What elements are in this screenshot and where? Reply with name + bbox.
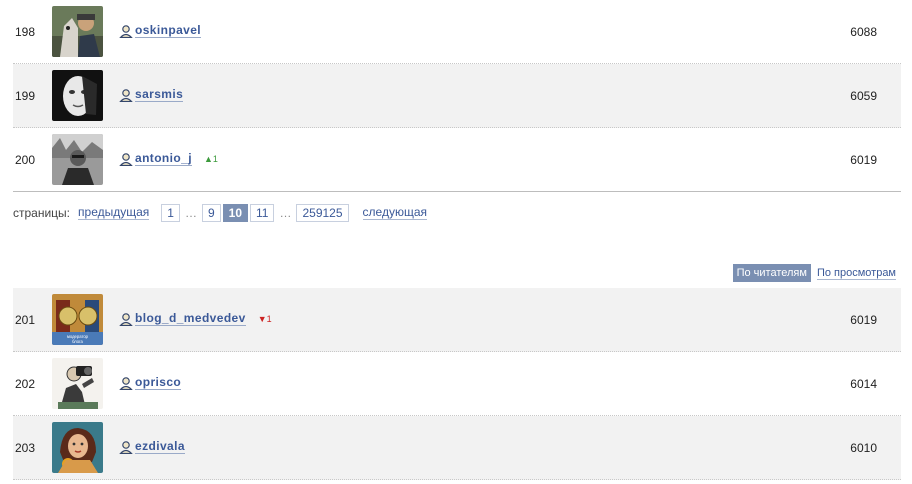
user-cell: ezdivala	[119, 439, 185, 454]
rank-number: 199	[15, 89, 36, 103]
username-link[interactable]: ezdivala	[135, 439, 185, 454]
user-cell: oprisco	[119, 375, 182, 390]
page-link[interactable]: 9	[201, 204, 221, 222]
reader-count: 6019	[850, 153, 877, 167]
user-profile-icon[interactable]	[119, 88, 133, 102]
user-cell: antonio_j ▲1	[119, 151, 218, 166]
rank-number: 201	[15, 313, 36, 327]
pagination-label: страницы:	[13, 206, 71, 220]
table-row: 202 oprisco 6014	[13, 352, 901, 416]
table-row: 198 oskinpavel 6088	[13, 0, 901, 64]
user-profile-icon[interactable]	[119, 24, 133, 38]
username-link[interactable]: antonio_j	[135, 151, 192, 166]
user-cell: sarsmis	[119, 87, 184, 102]
avatar[interactable]: модератор блога	[52, 294, 103, 345]
ranking-table-bottom: 201 модератор блога blog_d_medvedev ▼1 6…	[13, 288, 901, 480]
rank-change-down: ▼1	[257, 313, 272, 324]
user-cell: blog_d_medvedev ▼1	[119, 311, 272, 326]
avatar[interactable]	[52, 422, 103, 473]
sort-options: По читателям По просмотрам	[732, 264, 896, 282]
table-row: 199 sarsmis 6059	[13, 64, 901, 128]
user-profile-icon[interactable]	[119, 152, 133, 166]
pagination: страницы: предыдущая 1 … 9 10 11 … 25912…	[13, 204, 427, 222]
reader-count: 6088	[850, 25, 877, 39]
pagination-ellipsis: …	[184, 206, 197, 220]
next-page-link[interactable]: следующая	[362, 206, 427, 220]
table-row: 203 ezdivala 6010	[13, 416, 901, 480]
rank-number: 200	[15, 153, 36, 167]
page-link[interactable]: 11	[250, 204, 275, 222]
reader-count: 6059	[850, 89, 877, 103]
user-cell: oskinpavel	[119, 23, 202, 38]
avatar[interactable]	[52, 6, 103, 57]
user-profile-icon[interactable]	[119, 312, 133, 326]
reader-count: 6019	[850, 313, 877, 327]
avatar[interactable]	[52, 134, 103, 185]
pagination-ellipsis: …	[279, 206, 292, 220]
rank-change-up: ▲1	[203, 153, 218, 164]
table-row: 201 модератор блога blog_d_medvedev ▼1 6…	[13, 288, 901, 352]
sort-by-views-link[interactable]: По просмотрам	[816, 267, 896, 280]
reader-count: 6010	[850, 441, 877, 455]
username-link[interactable]: sarsmis	[135, 87, 184, 102]
sort-by-readers-button[interactable]: По читателям	[732, 264, 811, 282]
username-link[interactable]: oskinpavel	[135, 23, 202, 38]
rank-number: 198	[15, 25, 36, 39]
ranking-table-top: 198 oskinpavel 6088 199 sarsmis 6059 200…	[13, 0, 901, 192]
page-link-first[interactable]: 1	[161, 204, 180, 222]
username-link[interactable]: oprisco	[135, 375, 182, 390]
avatar[interactable]	[52, 358, 103, 409]
username-link[interactable]: blog_d_medvedev	[135, 311, 246, 326]
reader-count: 6014	[850, 377, 877, 391]
table-row: 200 antonio_j ▲1 6019	[13, 128, 901, 192]
page-link-last[interactable]: 259125	[296, 204, 349, 222]
svg-text:блога: блога	[72, 339, 83, 344]
user-profile-icon[interactable]	[119, 440, 133, 454]
avatar[interactable]	[52, 70, 103, 121]
rank-number: 202	[15, 377, 36, 391]
previous-page-link[interactable]: предыдущая	[78, 206, 150, 220]
rank-number: 203	[15, 441, 36, 455]
current-page: 10	[222, 204, 249, 222]
user-profile-icon[interactable]	[119, 376, 133, 390]
